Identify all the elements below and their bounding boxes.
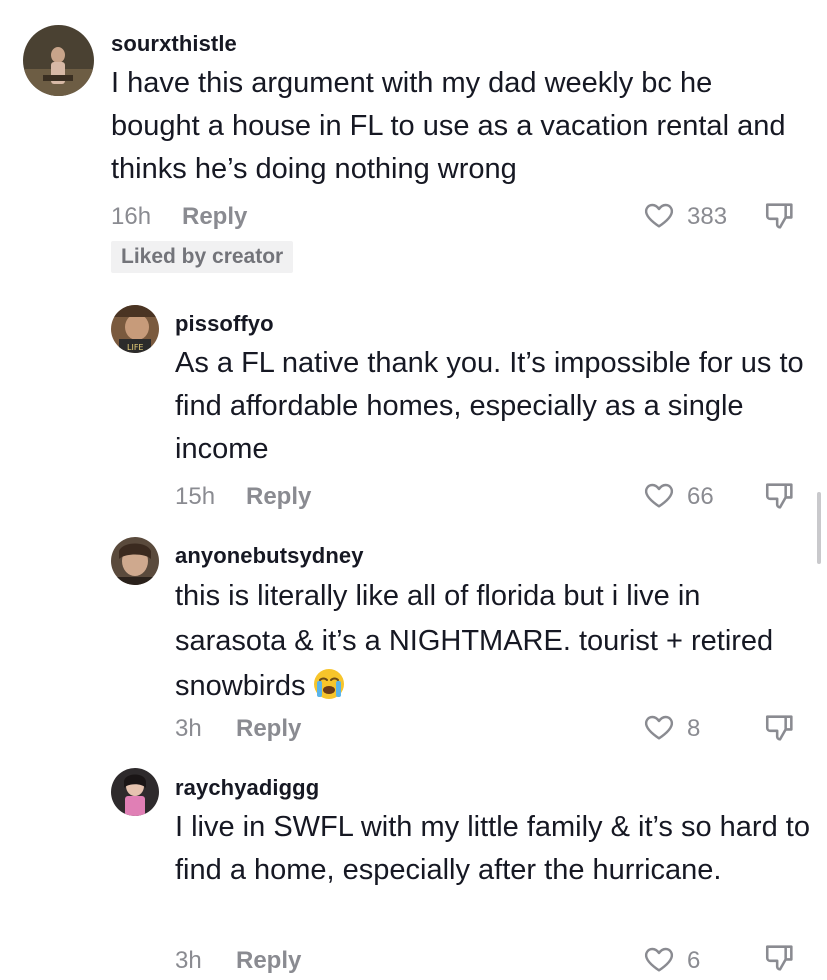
reply-button[interactable]: Reply <box>236 715 301 743</box>
avatar[interactable] <box>111 768 159 816</box>
comment-text: As a FL native thank you. It’s impossibl… <box>175 347 804 465</box>
comment-time: 3h <box>175 715 202 742</box>
thumbs-down-icon <box>765 945 793 971</box>
heart-outline-icon <box>644 715 674 740</box>
like-button[interactable] <box>642 479 676 511</box>
liked-by-creator-badge: Liked by creator <box>111 241 294 273</box>
thumbs-down-icon <box>765 203 793 229</box>
like-button[interactable] <box>642 711 676 743</box>
reply-button[interactable]: Reply <box>236 947 301 975</box>
avatar[interactable]: LIFE <box>111 305 159 353</box>
avatar[interactable] <box>23 25 94 96</box>
dislike-button[interactable] <box>763 711 797 745</box>
like-button[interactable] <box>642 199 676 231</box>
reply-button[interactable]: Reply <box>182 203 247 231</box>
heart-outline-icon <box>644 203 674 228</box>
svg-text:LIFE: LIFE <box>127 343 143 352</box>
like-count: 8 <box>687 715 701 742</box>
comment-username[interactable]: sourxthistle <box>111 31 237 57</box>
like-count: 66 <box>687 483 714 510</box>
thumbs-down-icon <box>765 715 793 741</box>
comment-username[interactable]: raychyadiggg <box>175 775 319 801</box>
like-button[interactable] <box>642 943 676 975</box>
comment-username[interactable]: pissoffyo <box>175 311 274 337</box>
heart-outline-icon <box>644 947 674 972</box>
like-count: 6 <box>687 947 701 974</box>
dislike-button[interactable] <box>763 199 797 233</box>
scrollbar[interactable] <box>817 492 821 564</box>
comment-time: 15h <box>175 483 216 510</box>
loudly-crying-face-emoji <box>312 667 346 715</box>
comment-time: 3h <box>175 947 202 974</box>
dislike-button[interactable] <box>763 479 797 513</box>
comment-text: this is literally like all of florida bu… <box>175 574 815 715</box>
thumbs-down-icon <box>765 483 793 509</box>
comment-username[interactable]: anyonebutsydney <box>175 543 364 569</box>
heart-outline-icon <box>644 483 674 508</box>
comment-text: I live in SWFL with my little family & i… <box>175 811 810 886</box>
like-count: 383 <box>687 203 728 230</box>
avatar[interactable] <box>111 537 159 585</box>
comment-text-content: this is literally like all of florida bu… <box>175 580 774 702</box>
comment-text: I have this argument with my dad weekly … <box>111 67 786 185</box>
dislike-button[interactable] <box>763 941 797 975</box>
comment-time: 16h <box>111 203 152 230</box>
reply-button[interactable]: Reply <box>246 483 311 511</box>
